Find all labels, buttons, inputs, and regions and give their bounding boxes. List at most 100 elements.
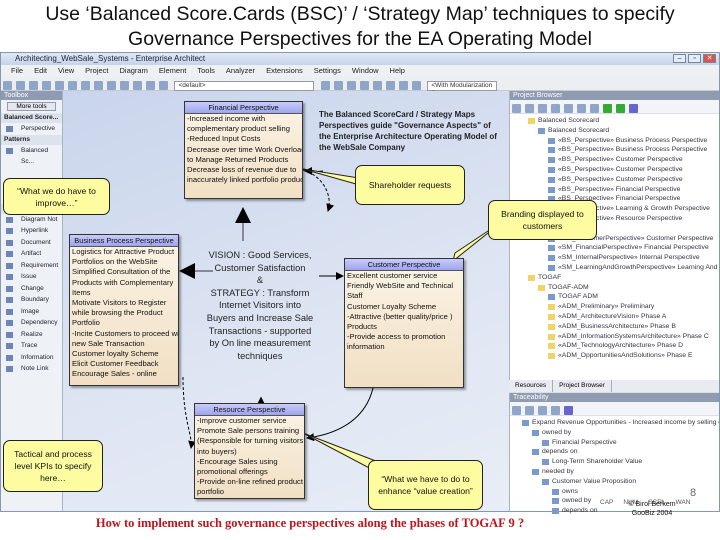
menu-item-window[interactable]: Window: [352, 65, 379, 77]
trace-item[interactable]: needed by: [532, 467, 719, 477]
trace-item[interactable]: owned by: [532, 428, 719, 438]
table-icon[interactable]: [411, 81, 421, 91]
tab-project-browser[interactable]: Project Browser: [553, 380, 612, 392]
business-title: Business Process Perspective: [70, 235, 178, 247]
tree-item[interactable]: «BS_Perspective» Customer Perspective: [548, 175, 719, 185]
customer-perspective[interactable]: Customer Perspective Excellent customer …: [344, 258, 464, 388]
tree-item[interactable]: TOGAF ADM: [548, 292, 719, 302]
trace-item[interactable]: Expand Revenue Opportunities - Increased…: [522, 418, 719, 428]
tree-item[interactable]: «BS_Perspective» Business Process Perspe…: [548, 145, 719, 155]
box-line: Simplified Consultation of the: [72, 267, 171, 277]
perspective-combo[interactable]: <default>: [174, 80, 315, 91]
toolbox-item[interactable]: Document: [1, 237, 62, 249]
user-icon[interactable]: [385, 81, 395, 91]
open-icon[interactable]: [16, 81, 25, 91]
grid-icon[interactable]: [398, 81, 408, 91]
menu-item-analyzer[interactable]: Analyzer: [226, 65, 255, 77]
toolbox-item[interactable]: Diagram Not: [1, 214, 62, 226]
tree-item[interactable]: «ADM_Preliminary» Preliminary: [548, 302, 719, 312]
toolbox-item[interactable]: Balanced Sc...: [1, 145, 62, 168]
menu-item-help[interactable]: Help: [390, 65, 405, 77]
toolbox-item[interactable]: Perspective: [1, 123, 62, 135]
tree-item[interactable]: Balanced Scorecard: [538, 126, 719, 136]
menu-item-tools[interactable]: Tools: [197, 65, 215, 77]
trace-item[interactable]: depends on: [532, 447, 719, 457]
trace-item[interactable]: Long-Term Shareholder Value: [542, 457, 719, 467]
menu-item-view[interactable]: View: [58, 65, 74, 77]
toolbox-item[interactable]: Note Link: [1, 363, 62, 375]
tree-item[interactable]: «SM_InternalPerspective» Internal Perspe…: [548, 253, 719, 263]
toolbox-item[interactable]: Boundary: [1, 294, 62, 306]
author-name: © Birol Berkem: [628, 501, 676, 508]
panel-icon[interactable]: [346, 81, 356, 91]
new-icon[interactable]: [3, 81, 12, 91]
tree-item[interactable]: «BS_Perspective» Customer Perspective: [548, 165, 719, 175]
project-browser: Project Browser Balanced Scorecard Balanc…: [509, 91, 719, 391]
tree-item[interactable]: «ADM_ArchitectureVision» Phase A: [548, 312, 719, 322]
vision-line: Buyers and Increase Sale: [206, 312, 314, 323]
globe-icon[interactable]: [320, 81, 330, 91]
more-tools-button[interactable]: More tools: [7, 102, 56, 111]
zoom-icon[interactable]: [146, 81, 155, 91]
financial-perspective[interactable]: Financial Perspective -Increased income w…: [184, 101, 303, 199]
undo-icon[interactable]: [81, 81, 90, 91]
toolbox-item[interactable]: Hyperlink: [1, 225, 62, 237]
toolbox-item[interactable]: Dependency: [1, 317, 62, 329]
redo-icon[interactable]: [94, 81, 103, 91]
menu-item-diagram[interactable]: Diagram: [120, 65, 148, 77]
toolbox-item[interactable]: Information: [1, 352, 62, 364]
business-process-perspective[interactable]: Business Process Perspective Logistics f…: [69, 234, 179, 386]
workspace-combo[interactable]: <With Modularization & ...: [427, 80, 498, 97]
layout-icon[interactable]: [159, 81, 168, 91]
menu-item-element[interactable]: Element: [159, 65, 187, 77]
tree-item[interactable]: TOGAF-ADM: [538, 283, 719, 293]
menu-item-extensions[interactable]: Extensions: [266, 65, 303, 77]
toolbox-item[interactable]: Trace: [1, 340, 62, 352]
toolbox-section[interactable]: Balanced Score...: [1, 113, 62, 123]
tree-item[interactable]: «BS_Perspective» Customer Perspective: [548, 155, 719, 165]
tree-item[interactable]: «SM_FinancialPerspective» Financial Pers…: [548, 243, 719, 253]
close-button[interactable]: ✕: [703, 54, 716, 63]
help-icon[interactable]: [333, 81, 343, 91]
diagram-canvas[interactable]: The Balanced ScoreCard / Strategy Maps P…: [63, 91, 509, 511]
tree-item[interactable]: TOGAF: [528, 273, 719, 283]
find-icon[interactable]: [107, 81, 116, 91]
page-icon[interactable]: [120, 81, 129, 91]
tree-item[interactable]: «ADM_OpportunitiesAndSolutions» Phase E: [548, 351, 719, 361]
toolbox-item[interactable]: Artifact: [1, 248, 62, 260]
box-line: Staff: [347, 291, 363, 301]
browser-toolbar: [510, 100, 719, 114]
toolbox-item[interactable]: Requirement: [1, 260, 62, 272]
toolbox-section[interactable]: Patterns: [1, 134, 62, 145]
tab-resources[interactable]: Resources: [509, 380, 554, 392]
tree-item[interactable]: «ADM_BusinessArchitecture» Phase B: [548, 322, 719, 332]
text-icon[interactable]: [359, 81, 369, 91]
save-icon[interactable]: [29, 81, 38, 91]
trace-item[interactable]: Financial Perspective: [542, 438, 719, 448]
minimize-button[interactable]: ‒: [673, 54, 686, 63]
menu-item-edit[interactable]: Edit: [34, 65, 47, 77]
resource-perspective[interactable]: Resource Perspective -Improve customer se…: [194, 403, 305, 499]
callout-value-creation: “What we have to do to enhance “value cr…: [368, 460, 483, 510]
box-line: Products: [347, 322, 377, 332]
tree-item[interactable]: «ADM_InformationSystemsArchitecture» Pha…: [548, 332, 719, 342]
toolbox-item[interactable]: Realize: [1, 329, 62, 341]
tree-item[interactable]: «BS_Perspective» Business Process Perspe…: [548, 136, 719, 146]
toolbox-item[interactable]: Image: [1, 306, 62, 318]
tree-item[interactable]: «ADM_TechnologyArchitecture» Phase D: [548, 341, 719, 351]
trace-item[interactable]: Customer Value Proposition: [542, 477, 719, 487]
menu-item-project[interactable]: Project: [85, 65, 108, 77]
print-icon[interactable]: [133, 81, 142, 91]
paste-icon[interactable]: [68, 81, 77, 91]
tree-item[interactable]: Balanced Scorecard: [528, 116, 719, 126]
menu-item-settings[interactable]: Settings: [314, 65, 341, 77]
tree-item[interactable]: «BS_Perspective» Financial Perspective: [548, 185, 719, 195]
menu-item-file[interactable]: File: [11, 65, 23, 77]
toolbox-item[interactable]: Issue: [1, 271, 62, 283]
maximize-button[interactable]: ▫: [688, 54, 701, 63]
list-icon[interactable]: [372, 81, 382, 91]
tree-item[interactable]: «SM_LearningAndGrowthPerspective» Learni…: [548, 263, 719, 273]
toolbox-item[interactable]: Change: [1, 283, 62, 295]
cut-icon[interactable]: [42, 81, 51, 91]
copy-icon[interactable]: [55, 81, 64, 91]
